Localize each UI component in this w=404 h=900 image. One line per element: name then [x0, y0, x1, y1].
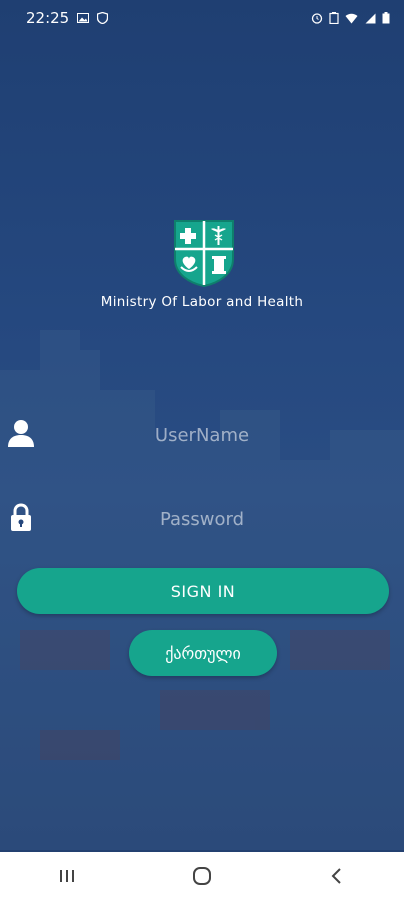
image-icon: [77, 13, 90, 23]
sign-in-button[interactable]: SIGN IN: [17, 568, 389, 614]
status-bar: 22:25: [0, 0, 404, 36]
home-icon: [192, 867, 211, 885]
clock: 22:25: [26, 9, 70, 27]
password-field: [0, 488, 404, 548]
username-input[interactable]: [60, 416, 344, 454]
back-icon: [331, 868, 341, 884]
ministry-logo: [174, 220, 234, 287]
home-button[interactable]: [172, 856, 232, 896]
user-icon: [8, 420, 34, 447]
recents-button[interactable]: [37, 856, 97, 896]
login-screen: 22:25 Ministry Of Labor and Health UserN…: [0, 0, 404, 900]
alarm-icon: [311, 13, 323, 24]
organization-name: Ministry Of Labor and Health: [100, 294, 304, 310]
system-navigation-bar: [0, 852, 404, 900]
back-button[interactable]: [307, 856, 367, 896]
language-toggle-button[interactable]: ქართული: [129, 630, 277, 676]
username-field: [0, 404, 404, 464]
recents-icon: [60, 870, 75, 882]
signal-icon: [365, 13, 376, 23]
battery-icon: [382, 12, 390, 24]
wifi-icon: [345, 13, 358, 23]
lock-icon: [11, 503, 31, 531]
password-input[interactable]: [60, 500, 344, 538]
shield-icon: [97, 12, 109, 24]
battery-saver-icon: [329, 12, 339, 24]
